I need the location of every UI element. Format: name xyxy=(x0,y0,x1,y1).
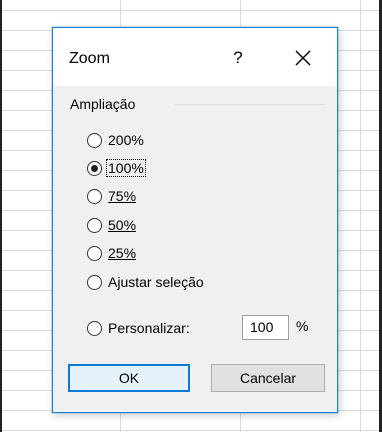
help-button[interactable]: ? xyxy=(226,46,250,70)
custom-zoom-input[interactable]: 100 xyxy=(242,315,289,340)
zoom-dialog: Zoom ? Ampliação 200% 100% 75% 50% 25% A… xyxy=(52,27,338,413)
radio-label-75: 75% xyxy=(107,188,137,204)
radio-option-100[interactable]: 100% xyxy=(87,157,146,179)
radio-label-100: 100% xyxy=(106,159,146,177)
close-button[interactable] xyxy=(287,42,319,74)
radio-option-75[interactable]: 75% xyxy=(87,185,137,207)
radio-option-50[interactable]: 50% xyxy=(87,214,137,236)
cancel-button[interactable]: Cancelar xyxy=(211,364,325,392)
radio-label-200-text: 200% xyxy=(108,132,144,148)
radio-option-200[interactable]: 200% xyxy=(87,129,145,151)
dialog-title: Zoom xyxy=(69,50,110,67)
radio-label-200: 200% xyxy=(107,132,145,148)
close-icon xyxy=(295,50,311,66)
group-divider xyxy=(175,104,325,105)
window-border-left xyxy=(0,0,2,432)
radio-option-custom[interactable]: Personalizar: xyxy=(87,317,191,339)
radio-button-200[interactable] xyxy=(87,132,102,148)
radio-button-custom[interactable] xyxy=(87,320,102,336)
radio-option-25[interactable]: 25% xyxy=(87,242,137,264)
radio-button-75[interactable] xyxy=(87,188,102,204)
dialog-titlebar: Zoom ? xyxy=(53,28,337,86)
radio-option-fit-selection[interactable]: Ajustar seleção xyxy=(87,271,205,293)
radio-button-fit-selection[interactable] xyxy=(87,274,102,290)
radio-label-100-text: 100% xyxy=(108,160,144,176)
radio-label-custom-text: Personalizar: xyxy=(108,320,190,336)
radio-label-50: 50% xyxy=(107,217,137,233)
percent-sign: % xyxy=(296,318,309,334)
radio-label-25: 25% xyxy=(107,245,137,261)
radio-button-25[interactable] xyxy=(87,245,102,261)
radio-label-50-text: 50% xyxy=(108,217,137,233)
zoom-group-title: Ampliação xyxy=(70,96,142,112)
ok-button[interactable]: OK xyxy=(68,364,190,392)
radio-button-100[interactable] xyxy=(87,160,102,176)
radio-button-50[interactable] xyxy=(87,217,102,233)
radio-label-custom: Personalizar: xyxy=(107,320,191,336)
radio-label-fit-selection: Ajustar seleção xyxy=(107,274,205,290)
radio-label-25-text: 25% xyxy=(108,245,137,261)
radio-label-75-text: 75% xyxy=(108,188,137,204)
radio-label-fit-selection-text: Ajustar seleção xyxy=(108,274,204,290)
